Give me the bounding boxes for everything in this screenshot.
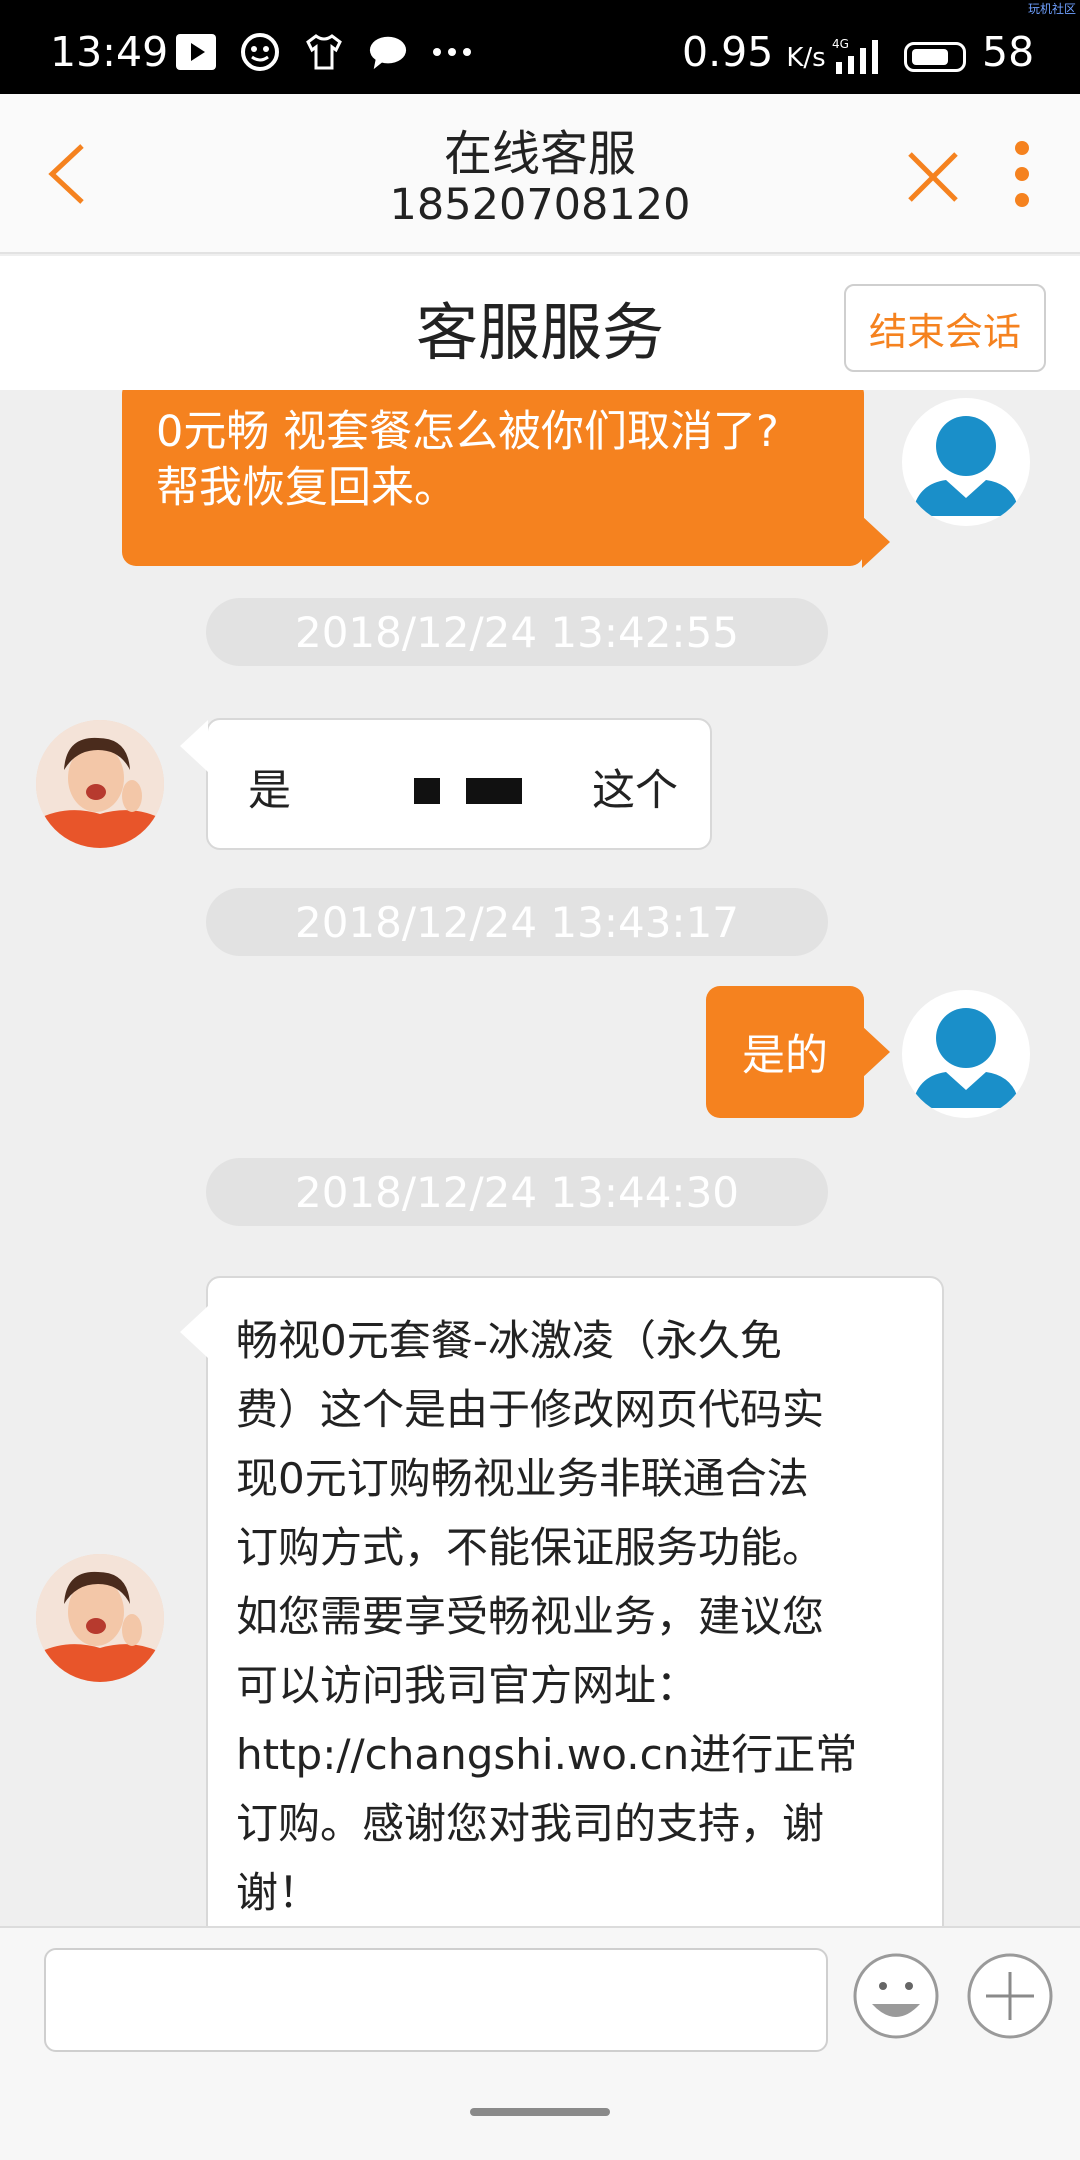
network-speed: 0.95 K/s [682,28,826,76]
youtube-icon [176,32,216,72]
agent-avatar[interactable] [36,720,164,848]
close-button[interactable] [900,144,966,210]
agent-message: 畅视0元套餐-冰激凌（永久免 费）这个是由于修改网页代码实 现0元订购畅视业务非… [180,1276,944,1926]
input-bar [0,1926,1080,2064]
add-attachment-button[interactable] [966,1952,1070,2040]
close-icon [908,152,958,202]
user-message: 是的 [706,986,890,1118]
message-text: 帮我恢复回来。 [156,463,457,513]
tshirt-icon [304,32,344,72]
smiley-icon [853,1953,939,2039]
app-header: 在线客服 18520708120 [0,94,1080,254]
watermark: 玩机社区 [1027,2,1076,16]
agent-message: 是 这个 [180,718,712,850]
message-timestamp: 2018/12/24 13:44:30 [206,1158,828,1226]
message-input[interactable] [44,1948,828,2052]
more-options-button[interactable] [1000,134,1044,214]
message-text: 是的 [742,1031,828,1081]
message-line: 谢！ [236,1868,321,1917]
agent-avatar-image [36,1554,164,1682]
message-line: 可以访问我司官方网址： [236,1661,699,1710]
end-session-button[interactable]: 结束会话 [844,284,1046,372]
agent-avatar[interactable] [36,1554,164,1682]
message-line: 如您需要享受畅视业务，建议您 [236,1592,825,1641]
more-vertical-icon [1015,141,1029,207]
message-text: 是 [248,766,291,816]
svg-text:4G: 4G [832,37,849,51]
service-header: 客服服务 结束会话 [0,256,1080,390]
message-text: 0元畅 视套餐怎么被你们取消了? [156,407,779,457]
status-bar: 13:49 0.95 K/s 4G 58 玩机社区 [0,0,1080,94]
chat-icon [368,32,408,72]
message-timestamp: 2018/12/24 13:42:55 [206,598,828,666]
emoji-button[interactable] [852,1952,940,2040]
home-gesture-handle[interactable] [470,2108,610,2116]
message-line: 费）这个是由于修改网页代码实 [236,1385,825,1434]
message-line: 现0元订购畅视业务非联通合法 [236,1454,809,1503]
robot-icon [240,32,280,72]
user-avatar[interactable] [902,398,1030,526]
more-dots-icon [432,32,472,72]
chat-area[interactable]: 0元畅 视套餐怎么被你们取消了? 帮我恢复回来。 .m1::after{} 20… [0,390,1080,1926]
message-line: 订购。感谢您对我司的支持，谢 [236,1799,825,1848]
plus-icon [967,1953,1053,2039]
message-text: 这个 [592,766,678,816]
user-avatar-icon [912,1008,1020,1108]
message-timestamp: 2018/12/24 13:43:17 [206,888,828,956]
battery-icon [904,42,966,72]
agent-avatar-image [36,720,164,848]
battery-level: 58 [982,28,1035,76]
user-avatar[interactable] [902,990,1030,1118]
message-line: 订购方式，不能保证服务功能。 [236,1523,825,1572]
signal-icon: 4G [832,36,888,86]
message-line: 畅视0元套餐-冰激凌（永久免 [236,1316,782,1365]
system-nav-bar [0,2064,1080,2160]
message-link-line[interactable]: http://changshi.wo.cn进行正常 [236,1720,922,1789]
user-avatar-icon [912,416,1020,516]
status-time: 13:49 [50,28,169,76]
user-message: 0元畅 视套餐怎么被你们取消了? 帮我恢复回来。 .m1::after{} [122,390,890,568]
